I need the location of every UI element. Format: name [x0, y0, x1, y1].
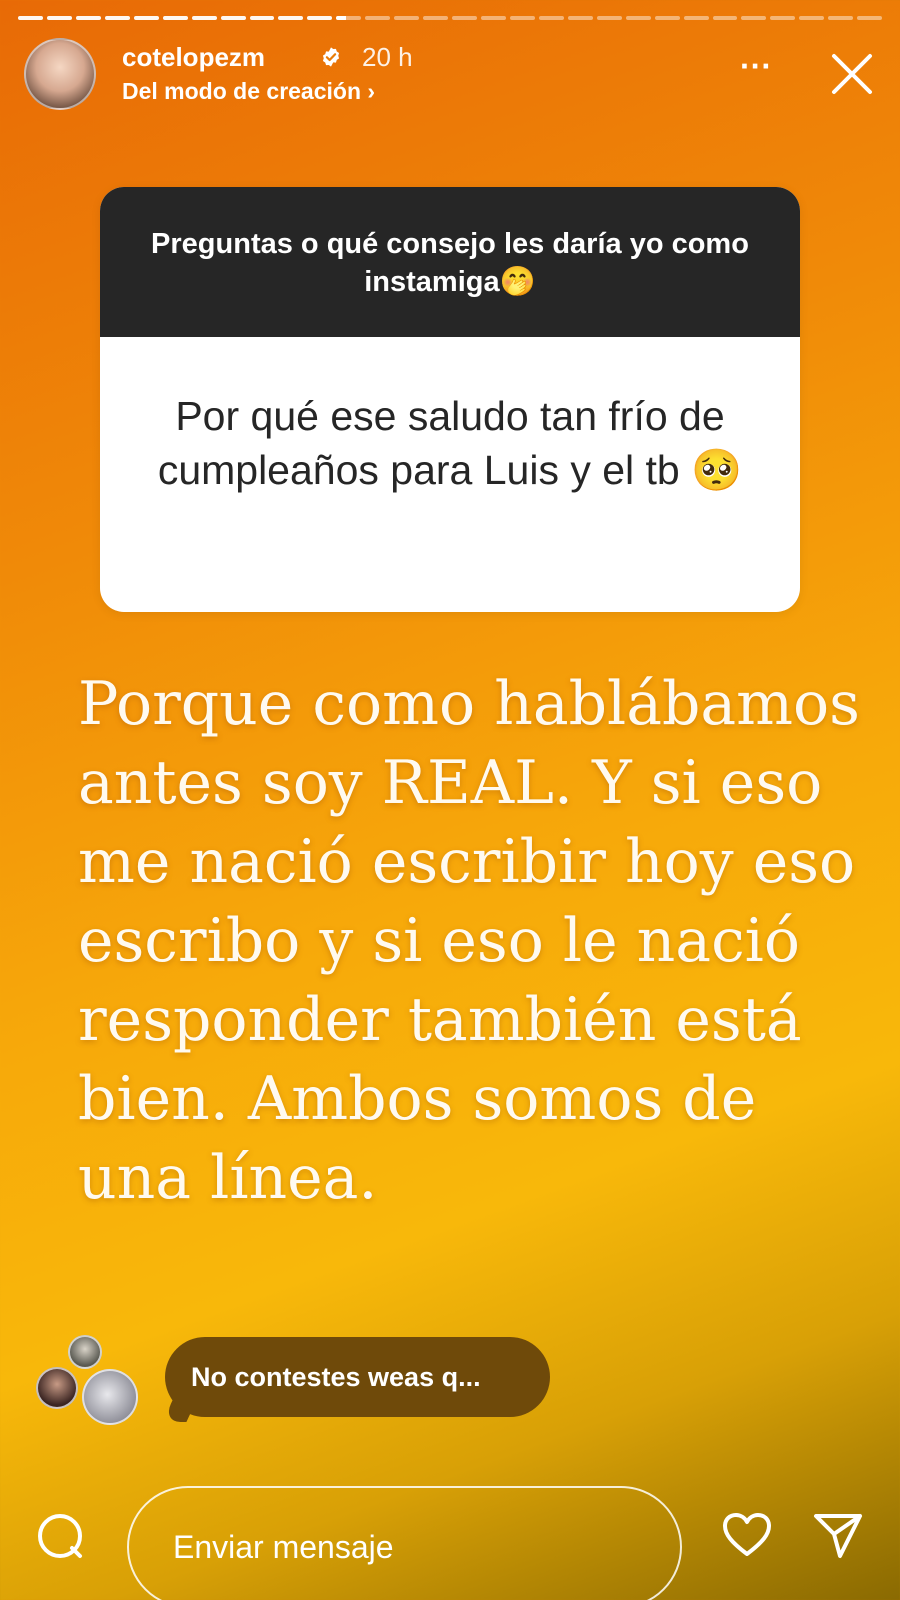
camera-icon[interactable]: [36, 1512, 86, 1562]
progress-segment: [220, 16, 246, 20]
progress-segment: [162, 16, 188, 20]
avatar[interactable]: [24, 38, 96, 110]
question-text: Por qué ese saludo tan frío de cumpleaño…: [157, 393, 743, 493]
post-time: 20 h: [362, 42, 413, 72]
progress-segment: [307, 16, 333, 20]
progress-segment: [191, 16, 217, 20]
viewer-avatar: [68, 1335, 102, 1369]
story-header: cotelopezm 20 h Del modo de creación › ·…: [24, 38, 876, 110]
progress-segment: [509, 16, 535, 20]
progress-segment: [336, 16, 362, 20]
progress-segment: [538, 16, 564, 20]
progress-segment: [625, 16, 651, 20]
progress-segment: [741, 16, 767, 20]
message-input[interactable]: [127, 1486, 682, 1600]
question-sticker: Preguntas o qué consejo les daría yo com…: [100, 187, 800, 612]
more-horizontal-icon[interactable]: ···: [736, 50, 776, 86]
progress-segment: [596, 16, 622, 20]
progress-segment: [452, 16, 477, 20]
progress-segment: [683, 16, 709, 20]
progress-segment: [712, 16, 738, 20]
progress-segment: [423, 16, 449, 20]
progress-segment: [770, 16, 796, 20]
heart-icon[interactable]: [721, 1510, 773, 1562]
verified-badge-icon: [322, 47, 340, 67]
progress-segment: [75, 16, 101, 20]
creation-mode-link[interactable]: Del modo de creación ›: [122, 78, 375, 105]
progress-segment: [18, 16, 43, 20]
progress-segment: [249, 16, 275, 20]
progress-segment: [567, 16, 593, 20]
progress-segment: [365, 16, 391, 20]
question-prompt: Preguntas o qué consejo les daría yo com…: [100, 187, 800, 337]
story-footer: [0, 1486, 900, 1600]
story-progress-bar: [18, 16, 883, 21]
progress-segment: [799, 16, 825, 20]
progress-segment: [857, 16, 883, 20]
viewer-avatars[interactable]: [36, 1335, 146, 1425]
viewer-avatar: [36, 1367, 78, 1409]
progress-segment: [133, 16, 159, 20]
viewer-avatar: [82, 1369, 138, 1425]
reply-bubble[interactable]: No contestes weas q...: [165, 1337, 550, 1417]
answer-text: Porque como hablábamos antes soy REAL. Y…: [78, 669, 860, 1213]
progress-segment: [278, 16, 304, 20]
send-icon[interactable]: [812, 1510, 864, 1562]
username[interactable]: cotelopezm: [122, 42, 265, 73]
progress-segment: [104, 16, 130, 20]
progress-segment: [394, 16, 420, 20]
progress-segment: [828, 16, 854, 20]
progress-segment: [481, 16, 506, 20]
progress-segment: [654, 16, 680, 20]
close-icon[interactable]: [828, 50, 876, 98]
progress-segment: [46, 16, 72, 20]
